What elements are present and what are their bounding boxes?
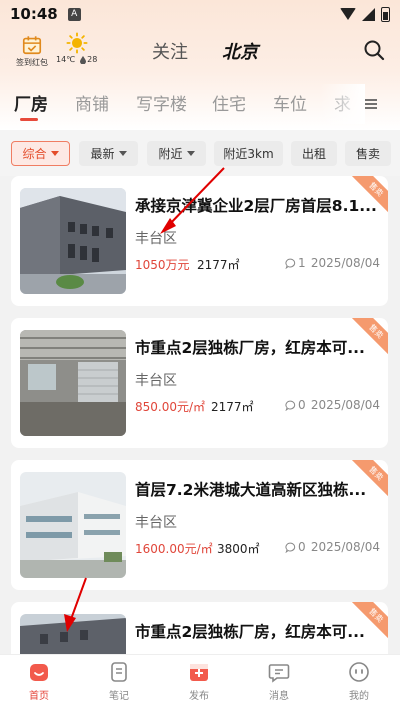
listing-date: 2025/08/04: [310, 256, 380, 270]
menu-icon[interactable]: [364, 97, 378, 111]
weather-widget[interactable]: 14℃ 28: [56, 32, 97, 64]
tab-factory[interactable]: 厂房: [14, 90, 48, 115]
publish-icon: [190, 664, 208, 681]
listing-card[interactable]: 承接京津冀企业2层厂房首层8.1... 丰台区 1050万元 2177㎡ 1 2…: [11, 176, 388, 306]
active-tab-indicator: [20, 118, 38, 121]
drop-icon: [80, 55, 87, 64]
tab-residential[interactable]: 住宅: [212, 90, 246, 115]
listing-district: 丰台区: [135, 373, 177, 389]
checkin-button[interactable]: 签到红包: [16, 34, 48, 68]
signal-icon: [362, 7, 375, 21]
tab-office[interactable]: 写字楼: [136, 90, 187, 115]
listing-card[interactable]: 首层7.2米港城大道高新区独栋... 丰台区 1600.00元/㎡ 3800㎡ …: [11, 460, 388, 590]
caret-down-icon: [50, 151, 59, 156]
listing-price: 850.00元/㎡: [135, 400, 206, 414]
weather-temperature: 14℃: [56, 55, 76, 64]
listing-date: 2025/08/04: [310, 398, 380, 412]
listing-card[interactable]: 市重点2层独栋厂房，红房本可... 丰台区 850.00元/㎡ 2177㎡ 0 …: [11, 318, 388, 448]
nav-label: 发布: [189, 691, 209, 702]
battery-icon: [381, 6, 390, 22]
calendar-gift-icon: [22, 36, 42, 55]
comment-count: 0: [298, 540, 306, 554]
filter-label: 售卖: [355, 147, 380, 161]
tab-parking[interactable]: 车位: [273, 90, 307, 115]
comment-count: 1: [298, 256, 306, 270]
listing-area: 3800㎡: [217, 542, 260, 556]
checkin-label: 签到红包: [16, 58, 48, 67]
listing-title: 市重点2层独栋厂房，红房本可...: [135, 339, 365, 357]
listing-area: 2177㎡: [197, 258, 240, 272]
filter-label: 综合: [22, 147, 47, 161]
caret-down-icon: [186, 151, 195, 156]
comment-icon: [285, 400, 296, 411]
filter-label: 附近: [158, 147, 183, 161]
listing-photo: [20, 472, 126, 578]
comment-icon: [285, 258, 296, 269]
sun-icon: [66, 32, 88, 54]
top-header: 签到红包 14℃ 28 关注 北京: [0, 30, 400, 74]
nav-messages[interactable]: 消息: [249, 661, 309, 702]
listing-photo: [20, 330, 126, 436]
filter-sale[interactable]: 售卖: [345, 141, 391, 166]
filter-bar: 综合 最新 附近 附近3km 出租 售卖: [0, 130, 400, 176]
caret-down-icon: [118, 151, 127, 156]
listing-photo: [20, 614, 126, 654]
status-bar: 10:48 A: [0, 0, 400, 28]
nav-home[interactable]: 首页: [9, 661, 69, 702]
filter-nearby[interactable]: 附近: [147, 141, 206, 166]
nav-profile[interactable]: 我的: [329, 661, 389, 702]
bottom-navigation: 首页 笔记 发布 消息 我的: [0, 654, 400, 710]
notes-icon: [111, 662, 127, 682]
nav-publish[interactable]: 发布: [169, 661, 229, 702]
category-tabs: 厂房 商铺 写字楼 住宅 车位 求: [0, 84, 400, 124]
tab-city[interactable]: 北京: [222, 38, 258, 64]
listing-title: 首层7.2米港城大道高新区独栋...: [135, 481, 367, 499]
filter-comprehensive[interactable]: 综合: [11, 141, 70, 166]
status-time: 10:48: [10, 5, 58, 23]
tab-follow[interactable]: 关注: [152, 38, 188, 64]
nav-label: 我的: [349, 691, 369, 702]
listing-district: 丰台区: [135, 515, 177, 531]
profile-icon: [349, 662, 369, 682]
home-icon: [30, 664, 48, 681]
filter-rent[interactable]: 出租: [291, 141, 337, 166]
comment-icon: [285, 542, 296, 553]
nav-label: 消息: [269, 691, 289, 702]
message-icon: [268, 664, 290, 683]
nav-notes[interactable]: 笔记: [89, 661, 149, 702]
listing-area: 2177㎡: [211, 400, 254, 414]
search-icon[interactable]: [362, 38, 386, 62]
listing-card[interactable]: 市重点2层独栋厂房，红房本可... 售卖: [11, 602, 388, 654]
listing-photo: [20, 188, 126, 294]
filter-latest[interactable]: 最新: [79, 141, 138, 166]
listing-price: 1050万元: [135, 258, 190, 272]
nav-label: 首页: [29, 691, 49, 702]
wifi-icon: [340, 8, 356, 20]
listing-district: 丰台区: [135, 231, 177, 247]
air-quality: 28: [80, 55, 97, 64]
listing-title: 市重点2层独栋厂房，红房本可...: [135, 623, 365, 641]
filter-label: 最新: [90, 147, 115, 161]
filter-label: 附近3km: [223, 147, 274, 161]
comment-count: 0: [298, 398, 306, 412]
listing-title: 承接京津冀企业2层厂房首层8.1...: [135, 197, 377, 215]
notification-icon: A: [67, 7, 81, 21]
nav-label: 笔记: [109, 691, 129, 702]
listing-price: 1600.00元/㎡: [135, 542, 213, 556]
tab-shop[interactable]: 商铺: [75, 90, 109, 115]
filter-label: 出租: [301, 147, 326, 161]
air-quality-value: 28: [87, 55, 98, 64]
listing-date: 2025/08/04: [310, 540, 380, 554]
filter-nearby-3km[interactable]: 附近3km: [214, 141, 283, 166]
